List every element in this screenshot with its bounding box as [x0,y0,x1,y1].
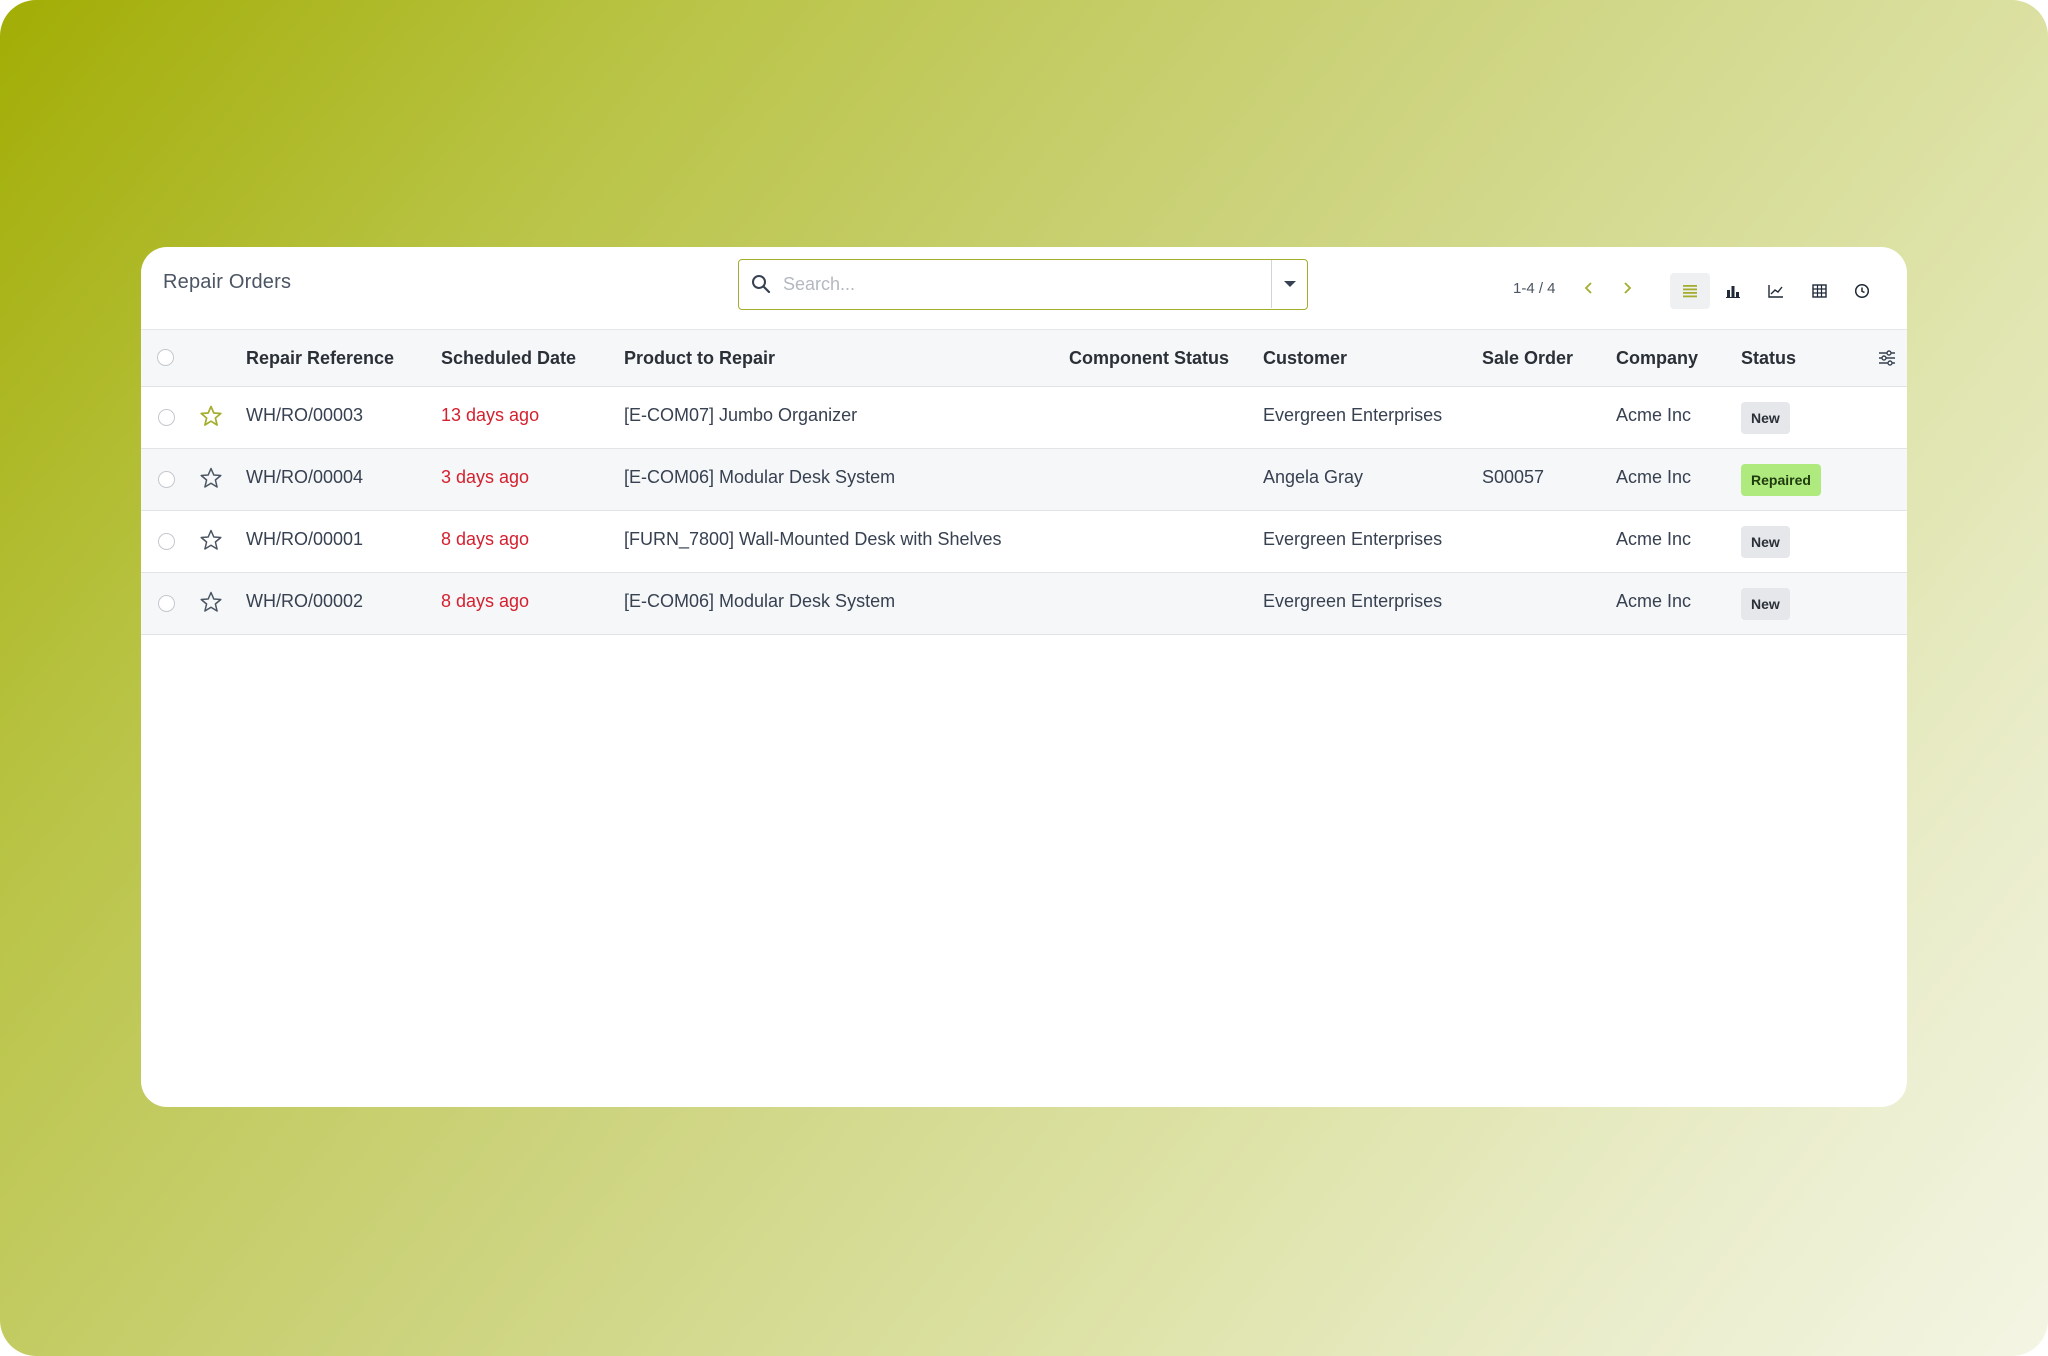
star-filled-icon[interactable] [199,404,223,428]
row-select-checkbox[interactable] [158,533,175,550]
control-panel: Repair Orders 1-4 / 4 [141,247,1907,329]
activity-view-button[interactable] [1842,273,1882,309]
line-chart-view-button[interactable] [1756,273,1796,309]
row-select-checkbox[interactable] [158,409,175,426]
star-icon[interactable] [199,466,223,490]
cell-customer: Evergreen Enterprises [1263,405,1443,425]
row-select-checkbox[interactable] [158,471,175,488]
search-input[interactable] [783,268,1253,300]
column-header-product[interactable]: Product to Repair [624,348,775,369]
status-badge: New [1741,588,1790,620]
table-row[interactable]: WH/RO/00001 8 days ago [FURN_7800] Wall-… [141,511,1907,573]
cell-product: [E-COM06] Modular Desk System [624,467,896,487]
status-badge: Repaired [1741,464,1821,496]
cell-product: [FURN_7800] Wall-Mounted Desk with Shelv… [624,529,1002,549]
background-gradient: Repair Orders 1-4 / 4 [0,0,2048,1356]
status-badge: New [1741,526,1790,558]
star-icon[interactable] [199,528,223,552]
cell-reference: WH/RO/00001 [246,529,364,549]
table-row[interactable]: WH/RO/00002 8 days ago [E-COM06] Modular… [141,573,1907,635]
column-header-repair-reference[interactable]: Repair Reference [246,348,394,369]
repair-orders-window: Repair Orders 1-4 / 4 [141,247,1907,1107]
table-row[interactable]: WH/RO/00004 3 days ago [E-COM06] Modular… [141,449,1907,511]
cell-customer: Evergreen Enterprises [1263,529,1443,549]
pager-next-button[interactable] [1616,277,1638,299]
repair-orders-table: Repair Reference Scheduled Date Product … [141,329,1907,635]
row-select-checkbox[interactable] [158,595,175,612]
cell-company: Acme Inc [1616,591,1692,611]
column-header-component-status[interactable]: Component Status [1069,348,1229,369]
chevron-left-icon [1584,282,1592,294]
chevron-right-icon [1624,282,1632,294]
graph-view-button[interactable] [1713,273,1753,309]
pager-value[interactable]: 1-4 / 4 [1513,280,1556,297]
cell-scheduled-date: 13 days ago [441,405,540,425]
list-view-button[interactable] [1670,273,1710,309]
select-all-checkbox[interactable] [157,349,174,366]
cell-sale-order: S00057 [1482,467,1545,487]
pager-previous-button[interactable] [1578,277,1600,299]
list-view-icon [1683,285,1697,298]
cell-reference: WH/RO/00002 [246,591,364,611]
status-badge: New [1741,402,1790,434]
cell-customer: Evergreen Enterprises [1263,591,1443,611]
search-options-toggle[interactable] [1271,260,1307,308]
sliders-icon[interactable] [1877,348,1897,368]
cell-company: Acme Inc [1616,405,1692,425]
cell-customer: Angela Gray [1263,467,1364,487]
column-header-sale-order[interactable]: Sale Order [1482,348,1573,369]
pivot-table-icon [1811,284,1827,298]
column-header-customer[interactable]: Customer [1263,348,1347,369]
cell-scheduled-date: 3 days ago [441,467,530,487]
search-box[interactable] [738,259,1308,310]
table-header: Repair Reference Scheduled Date Product … [141,329,1907,387]
bar-chart-icon [1726,286,1740,298]
clock-icon [1854,283,1870,299]
cell-reference: WH/RO/00003 [246,405,364,425]
caret-down-icon [1283,281,1296,287]
pivot-view-button[interactable] [1799,273,1839,309]
cell-company: Acme Inc [1616,467,1692,487]
star-icon[interactable] [199,590,223,614]
page-title: Repair Orders [163,271,292,293]
line-chart-icon [1768,285,1783,298]
search-icon [752,275,771,294]
column-header-status[interactable]: Status [1741,348,1796,369]
cell-product: [E-COM06] Modular Desk System [624,591,896,611]
cell-scheduled-date: 8 days ago [441,591,530,611]
column-header-scheduled-date[interactable]: Scheduled Date [441,348,576,369]
column-header-company[interactable]: Company [1616,348,1698,369]
table-row[interactable]: WH/RO/00003 13 days ago [E-COM07] Jumbo … [141,387,1907,449]
cell-product: [E-COM07] Jumbo Organizer [624,405,858,425]
cell-company: Acme Inc [1616,529,1692,549]
cell-reference: WH/RO/00004 [246,467,364,487]
cell-scheduled-date: 8 days ago [441,529,530,549]
